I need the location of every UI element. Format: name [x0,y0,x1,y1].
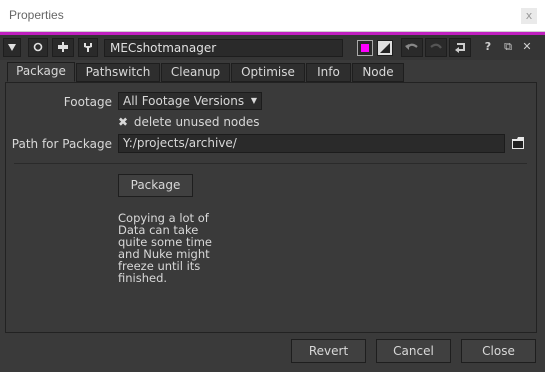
pin-icon[interactable] [52,38,74,57]
node-name-field[interactable]: MECshotmanager [104,39,343,57]
redo-icon[interactable] [425,38,447,57]
float-icon[interactable]: ⧉ [501,38,515,57]
path-label: Path for Package [11,137,112,151]
footage-dropdown[interactable]: All Footage Versions ▼ [118,92,262,110]
revert-icon[interactable] [449,38,471,57]
checker-swatch-icon[interactable] [377,40,393,56]
collapse-triangle-icon[interactable] [3,38,21,57]
help-icon[interactable]: ? [481,38,495,57]
node-toolbar: MECshotmanager ? ⧉ ✕ [0,32,545,60]
wrench-icon[interactable] [78,38,98,57]
cancel-button[interactable]: Cancel [376,339,451,363]
window-close-button[interactable]: x [521,8,537,24]
folder-icon[interactable] [512,137,525,149]
tab-info[interactable]: Info [306,63,351,82]
undo-icon[interactable] [401,38,423,57]
delete-unused-label: delete unused nodes [133,115,260,129]
path-input[interactable]: Y:/projects/archive/ [118,134,505,153]
divider [14,163,527,164]
tab-bar: Package Pathswitch Cleanup Optimise Info… [0,60,545,82]
package-button[interactable]: Package [118,174,193,197]
tab-package[interactable]: Package [7,62,75,82]
tab-optimise[interactable]: Optimise [231,63,305,82]
title-bar: Properties x [0,0,545,32]
delete-unused-checkbox[interactable]: ✖ delete unused nodes [118,115,260,129]
color-swatch-icon[interactable] [357,40,373,56]
footage-value: All Footage Versions [123,94,245,108]
tab-pathswitch[interactable]: Pathswitch [76,63,160,82]
viewer-circle-icon[interactable] [28,38,48,57]
package-note: Copying a lot of Data can take quite som… [118,212,218,284]
chevron-down-icon: ▼ [250,96,257,105]
footage-label: Footage [63,95,112,109]
note-line: finished. [118,271,168,285]
tab-cleanup[interactable]: Cleanup [161,63,230,82]
close-button[interactable]: Close [461,339,536,363]
package-panel [5,82,537,333]
revert-button[interactable]: Revert [291,339,366,363]
tab-node[interactable]: Node [352,63,404,82]
checkmark-icon: ✖ [118,115,129,129]
window-title: Properties [9,8,64,22]
close-icon[interactable]: ✕ [520,38,534,57]
